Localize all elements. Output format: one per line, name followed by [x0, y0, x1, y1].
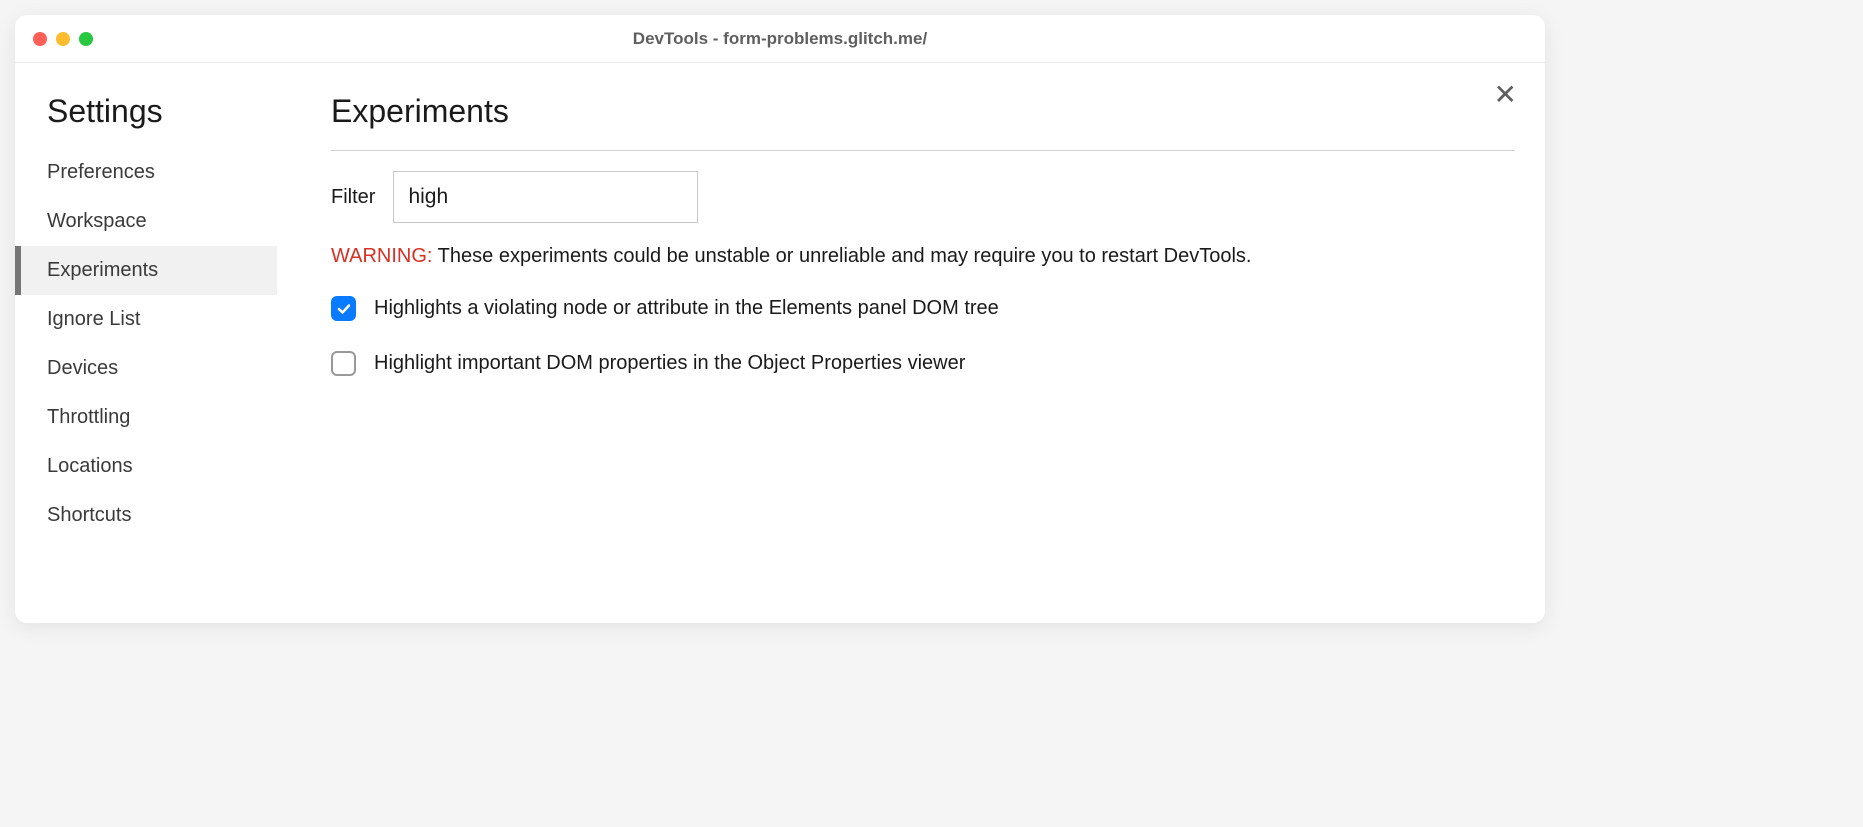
sidebar-item-preferences[interactable]: Preferences — [15, 148, 277, 197]
warning-message: WARNING: These experiments could be unst… — [331, 245, 1515, 268]
page-title: Experiments — [331, 93, 1515, 151]
experiment-label: Highlights a violating node or attribute… — [374, 297, 999, 320]
window-close-button[interactable] — [33, 32, 47, 46]
window-titlebar: DevTools - form-problems.glitch.me/ — [15, 15, 1545, 63]
settings-sidebar: Settings Preferences Workspace Experimen… — [15, 63, 277, 623]
checkmark-icon — [336, 301, 352, 317]
devtools-settings-window: DevTools - form-problems.glitch.me/ ✕ Se… — [15, 15, 1545, 623]
window-maximize-button[interactable] — [79, 32, 93, 46]
sidebar-item-devices[interactable]: Devices — [15, 344, 277, 393]
settings-main: Experiments Filter WARNING: These experi… — [277, 63, 1545, 623]
filter-label: Filter — [331, 186, 375, 209]
close-icon[interactable]: ✕ — [1494, 81, 1517, 109]
experiment-checkbox-1[interactable] — [331, 351, 356, 376]
warning-prefix: WARNING: — [331, 245, 432, 267]
experiment-row: Highlight important DOM properties in th… — [331, 351, 1515, 376]
sidebar-item-shortcuts[interactable]: Shortcuts — [15, 491, 277, 540]
traffic-lights — [33, 32, 93, 46]
sidebar-item-ignore-list[interactable]: Ignore List — [15, 295, 277, 344]
window-title: DevTools - form-problems.glitch.me/ — [633, 29, 927, 49]
sidebar-title: Settings — [15, 93, 277, 148]
sidebar-item-workspace[interactable]: Workspace — [15, 197, 277, 246]
sidebar-item-throttling[interactable]: Throttling — [15, 393, 277, 442]
experiment-checkbox-0[interactable] — [331, 296, 356, 321]
settings-content: ✕ Settings Preferences Workspace Experim… — [15, 63, 1545, 623]
experiment-row: Highlights a violating node or attribute… — [331, 296, 1515, 321]
window-minimize-button[interactable] — [56, 32, 70, 46]
experiment-label: Highlight important DOM properties in th… — [374, 352, 965, 375]
warning-text: These experiments could be unstable or u… — [432, 245, 1251, 267]
sidebar-item-experiments[interactable]: Experiments — [15, 246, 277, 295]
filter-input[interactable] — [393, 171, 698, 223]
filter-row: Filter — [331, 171, 1515, 223]
sidebar-item-locations[interactable]: Locations — [15, 442, 277, 491]
